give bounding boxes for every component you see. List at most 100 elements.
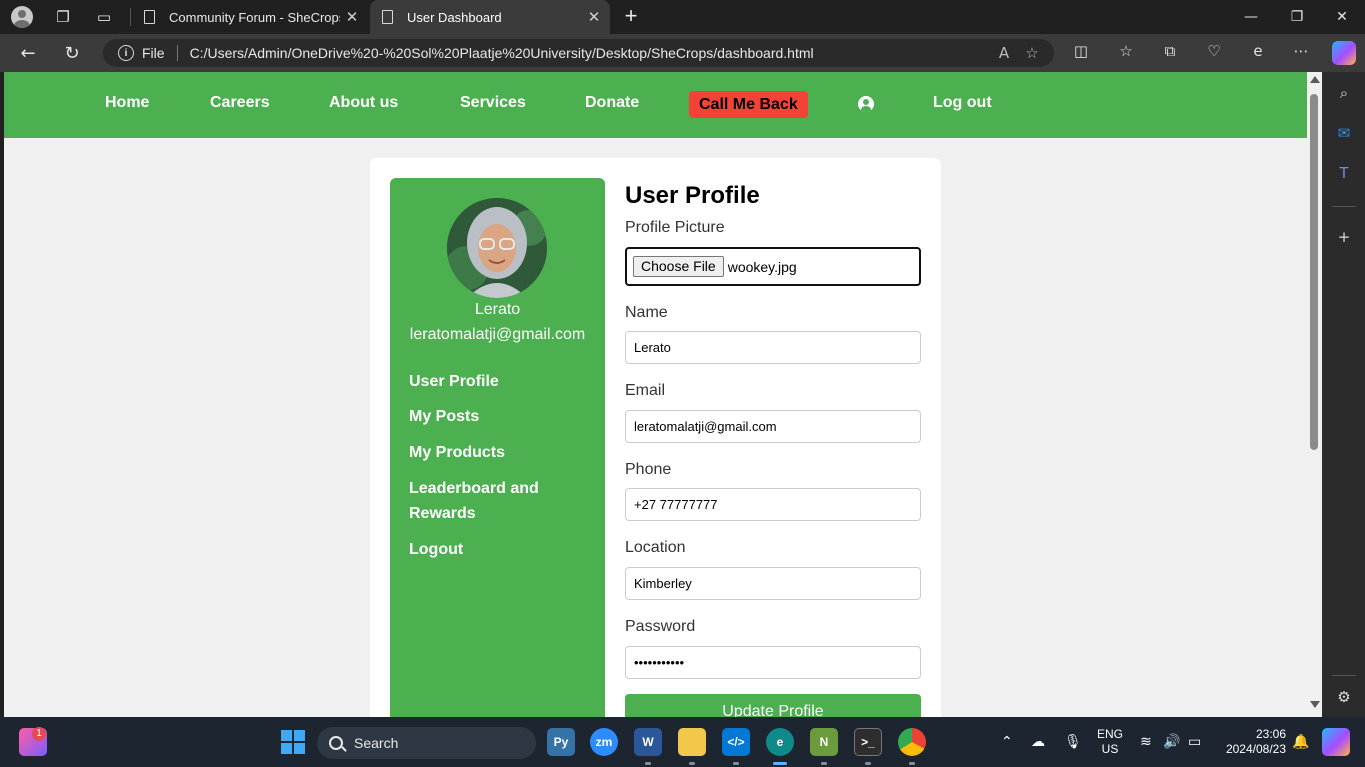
choose-file-button[interactable]: Choose File [633, 256, 724, 277]
email-field[interactable]: leratomalatji@gmail.com [625, 410, 921, 443]
volume-icon[interactable]: 🔊 [1163, 734, 1180, 750]
browser-essentials-icon[interactable]: ♡ [1202, 42, 1226, 64]
phone-field[interactable]: +27 77777777 [625, 488, 921, 521]
read-aloud-icon[interactable]: A [990, 44, 1018, 62]
outlook-icon[interactable]: ✉ [1334, 124, 1354, 144]
minimize-icon[interactable]: — [1228, 0, 1274, 34]
region-code: US [1101, 742, 1119, 756]
sidebar-item-leaderboard[interactable]: Leaderboard and Rewards [409, 476, 589, 526]
close-icon[interactable]: ✕ [340, 8, 364, 26]
profile-email: leratomalatji@gmail.com [409, 326, 586, 343]
notification-badge: 1 [32, 727, 46, 741]
avatar [447, 198, 547, 298]
terminal-icon[interactable]: >_ [854, 728, 882, 756]
nav-about-us[interactable]: About us [329, 94, 398, 112]
battery-icon[interactable]: ▭ [1188, 734, 1201, 750]
phone-label: Phone [625, 461, 672, 478]
copilot-icon[interactable] [1332, 41, 1356, 65]
restore-icon[interactable]: ❐ [1274, 0, 1320, 34]
profile-sidebar: Lerato leratomalatji@gmail.com User Prof… [390, 178, 605, 717]
split-screen-icon[interactable]: ◫ [1069, 42, 1093, 64]
call-me-back-button[interactable]: Call Me Back [689, 91, 808, 118]
windows-taskbar: 1 Search Py zm W </> e N >_ ⌃ ☁ 🎙 ENG US… [0, 717, 1365, 767]
settings-gear-icon[interactable]: ⚙ [1334, 688, 1354, 708]
edge-bar-icon[interactable]: e [1246, 42, 1270, 64]
clock-time: 23:06 [1255, 727, 1286, 741]
url-text[interactable]: C:/Users/Admin/OneDrive%20-%20Sol%20Plaa… [190, 45, 990, 61]
copilot-taskbar-icon[interactable] [1322, 728, 1350, 756]
vscode-icon[interactable]: </> [722, 728, 750, 756]
notepad-plus-icon[interactable]: N [810, 728, 838, 756]
new-tab-icon[interactable]: + [618, 4, 644, 30]
nav-home[interactable]: Home [105, 94, 149, 112]
word-icon[interactable]: W [634, 728, 662, 756]
name-field[interactable]: Lerato [625, 331, 921, 364]
chevron-up-icon[interactable]: ⌃ [1001, 734, 1013, 750]
tab-user-dashboard[interactable]: User Dashboard ✕ [370, 0, 610, 34]
taskbar-search[interactable]: Search [317, 727, 536, 759]
browser-tab-bar: ❐ ▭ Community Forum - SheCrops ✕ User Da… [0, 0, 1365, 34]
email-label: Email [625, 382, 666, 399]
profile-name: Lerato [474, 301, 521, 318]
scroll-up-arrow-icon[interactable] [1310, 76, 1320, 83]
window-close-icon[interactable]: ✕ [1319, 0, 1365, 34]
page-icon [382, 10, 393, 24]
profile-picture-label: Profile Picture [625, 219, 725, 236]
microphone-muted-icon[interactable]: 🎙 [1064, 734, 1082, 750]
tab-title: User Dashboard [407, 9, 502, 25]
sidebar-item-logout[interactable]: Logout [409, 537, 589, 562]
zoom-icon[interactable]: zm [590, 728, 618, 756]
more-options-icon[interactable]: ⋯ [1289, 42, 1313, 64]
sidebar-item-my-posts[interactable]: My Posts [409, 404, 589, 429]
onedrive-icon[interactable]: ☁ [1031, 734, 1045, 750]
site-navigation: Home Careers About us Services Donate Ca… [4, 72, 1307, 138]
user-account-icon[interactable] [858, 96, 874, 112]
python-icon[interactable]: Py [547, 728, 575, 756]
edge-sidebar: ⌕ ✉ T + ⚙ [1322, 72, 1365, 717]
search-icon[interactable]: ⌕ [1334, 84, 1354, 104]
teams-icon[interactable]: T [1334, 164, 1354, 184]
info-icon[interactable]: i [118, 45, 134, 61]
sidebar-item-user-profile[interactable]: User Profile [409, 369, 589, 394]
refresh-icon[interactable]: ↻ [58, 40, 86, 66]
location-label: Location [625, 539, 686, 556]
tab-title: Community Forum - SheCrops [169, 9, 340, 25]
favorite-star-icon[interactable]: ☆ [1018, 44, 1046, 62]
sidebar-item-my-products[interactable]: My Products [409, 440, 589, 465]
edge-browser-icon[interactable]: e [766, 728, 794, 756]
scroll-thumb[interactable] [1310, 94, 1318, 450]
profile-icon[interactable] [9, 5, 35, 29]
language-code: ENG [1096, 727, 1123, 741]
start-windows-icon[interactable] [279, 728, 307, 756]
add-icon[interactable]: + [1334, 228, 1354, 248]
location-field[interactable]: Kimberley [625, 567, 921, 600]
tab-community-forum[interactable]: Community Forum - SheCrops ✕ [132, 0, 368, 34]
workspaces-icon[interactable]: ❐ [50, 5, 76, 29]
input-language[interactable]: ENG US [1094, 727, 1126, 757]
page-title: User Profile [625, 182, 760, 209]
system-clock[interactable]: 23:06 2024/08/23 [1216, 727, 1286, 757]
notifications-bell-icon[interactable]: 🔔 [1292, 734, 1309, 750]
page-viewport: Home Careers About us Services Donate Ca… [4, 72, 1307, 717]
dashboard-card: Lerato leratomalatji@gmail.com User Prof… [370, 158, 941, 717]
wifi-icon[interactable]: ≋ [1140, 734, 1152, 750]
nav-donate[interactable]: Donate [585, 94, 639, 112]
file-explorer-icon[interactable] [678, 728, 706, 756]
address-bar[interactable]: i File C:/Users/Admin/OneDrive%20-%20Sol… [103, 39, 1054, 67]
scheme-label: File [142, 45, 165, 61]
collections-icon[interactable]: ⧉ [1158, 42, 1182, 64]
profile-picture-input[interactable]: Choose File wookey.jpg [625, 247, 921, 286]
nav-services[interactable]: Services [460, 94, 526, 112]
password-field[interactable]: ••••••••••• [625, 646, 921, 679]
tab-actions-icon[interactable]: ▭ [91, 5, 117, 29]
close-icon[interactable]: ✕ [582, 8, 606, 26]
chrome-icon[interactable] [898, 728, 926, 756]
update-profile-button[interactable]: Update Profile [625, 694, 921, 717]
page-scrollbar[interactable] [1307, 72, 1322, 717]
nav-log-out[interactable]: Log out [933, 94, 992, 112]
clock-date: 2024/08/23 [1225, 742, 1286, 756]
scroll-down-arrow-icon[interactable] [1310, 701, 1320, 708]
nav-careers[interactable]: Careers [210, 94, 270, 112]
back-icon[interactable]: ← [14, 40, 42, 66]
favorites-icon[interactable]: ☆ [1114, 42, 1138, 64]
